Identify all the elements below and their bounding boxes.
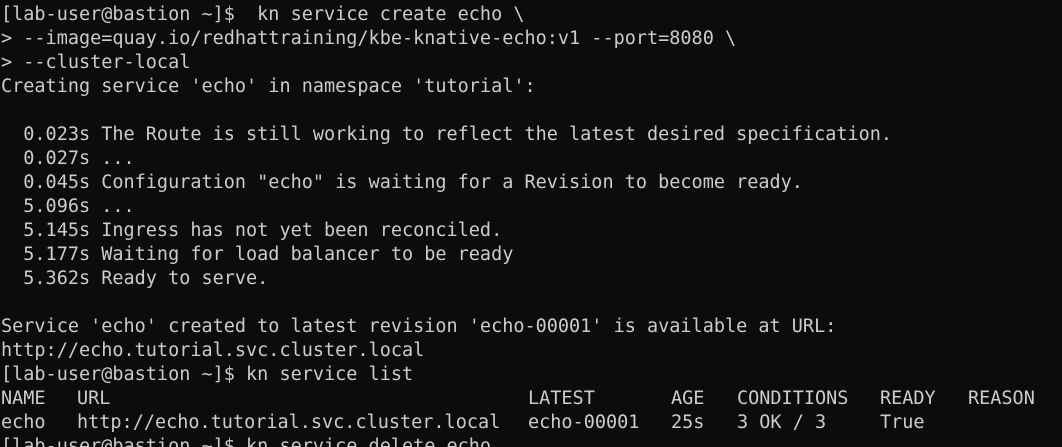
cell-ready: True <box>880 412 925 433</box>
command-line-create: [lab-user@bastion ~]$ kn service create … <box>1 4 525 25</box>
cell-conditions: 3 OK / 3 <box>737 412 827 433</box>
command-continuation-cluster-local: > --cluster-local <box>1 52 191 73</box>
command-continuation-image: > --image=quay.io/redhattraining/kbe-kna… <box>1 28 737 49</box>
output-progress-line: 0.045s Configuration "echo" is waiting f… <box>1 172 803 193</box>
header-reason: REASON <box>968 388 1035 409</box>
header-age: AGE <box>671 388 705 409</box>
output-progress-line: 5.177s Waiting for load balancer to be r… <box>1 244 514 265</box>
output-progress-line: 5.362s Ready to serve. <box>1 268 269 289</box>
cell-name: echo <box>1 412 46 433</box>
header-name: NAME <box>1 388 46 409</box>
output-progress-line: 5.145s Ingress has not yet been reconcil… <box>1 220 503 241</box>
cell-latest: echo-00001 <box>528 412 640 433</box>
service-table-header: NAME URL LATEST AGE CONDITIONS READY REA… <box>0 387 1062 411</box>
cell-url: http://echo.tutorial.svc.cluster.local <box>77 412 501 433</box>
output-service-url: http://echo.tutorial.svc.cluster.local <box>1 340 425 361</box>
output-progress-line: 0.023s The Route is still working to ref… <box>1 124 893 145</box>
output-service-created: Service 'echo' created to latest revisio… <box>1 316 837 337</box>
output-progress-line: 0.027s ... <box>1 148 135 169</box>
terminal-window[interactable]: [lab-user@bastion ~]$ kn service create … <box>0 0 1062 447</box>
header-latest: LATEST <box>528 388 595 409</box>
table-row: echo http://echo.tutorial.svc.cluster.lo… <box>0 411 1062 435</box>
cell-age: 25s <box>671 412 705 433</box>
header-ready: READY <box>880 388 936 409</box>
output-progress-line: 5.096s ... <box>1 196 135 217</box>
command-line-delete: [lab-user@bastion ~]$ kn service delete … <box>1 436 492 447</box>
output-creating-service: Creating service 'echo' in namespace 'tu… <box>1 76 536 97</box>
header-conditions: CONDITIONS <box>737 388 849 409</box>
header-url: URL <box>77 388 111 409</box>
command-line-list: [lab-user@bastion ~]$ kn service list <box>1 364 414 385</box>
